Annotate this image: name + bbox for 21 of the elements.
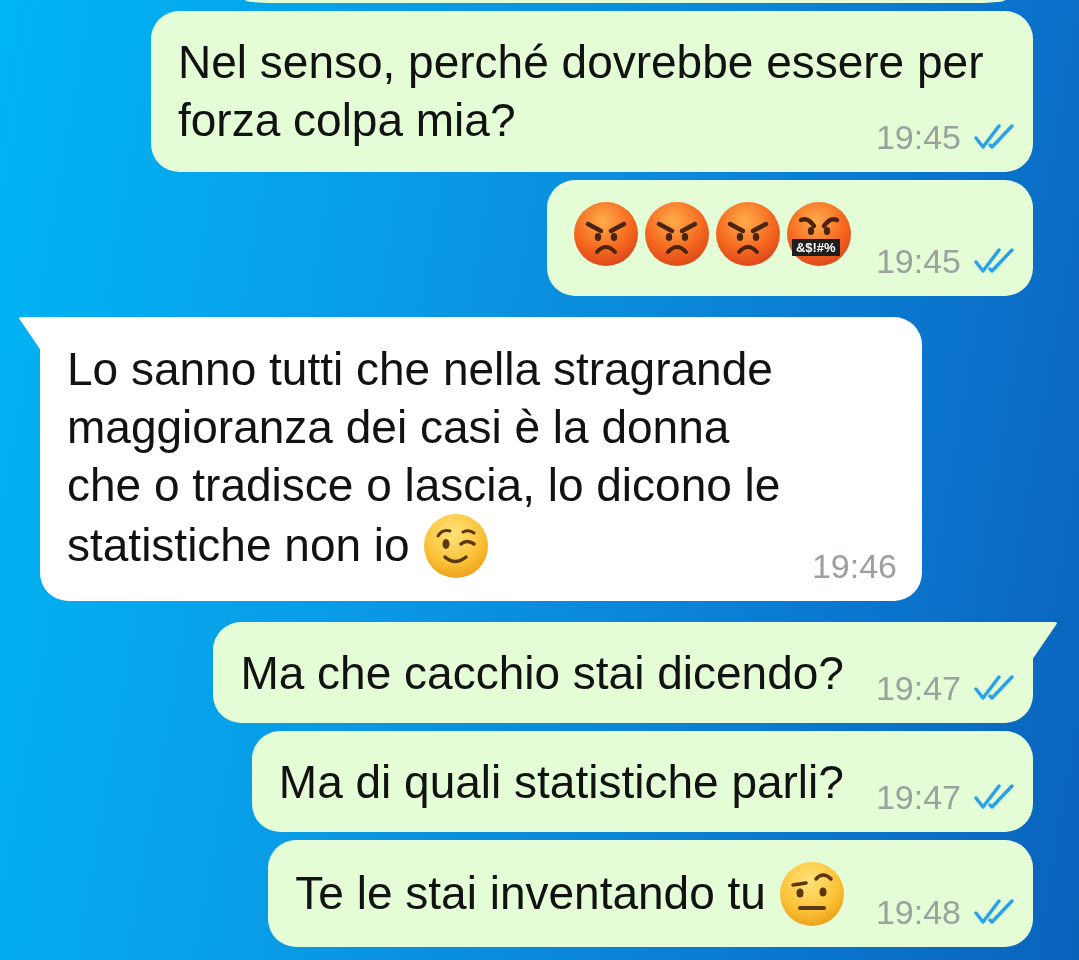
message-text: Nel senso, perché dovrebbe essere per — [178, 36, 984, 88]
angry-face-icon — [715, 202, 780, 266]
message-time: 19:45 — [875, 243, 961, 279]
message-text: statistiche non io — [67, 519, 410, 571]
winking-face-icon — [423, 514, 488, 578]
message-time: 19:47 — [875, 670, 961, 706]
message-time: 19:46 — [811, 548, 897, 584]
message-text: forza colpa mia? — [178, 94, 516, 146]
message-text: che o tradisce o lascia, lo dicono le — [67, 459, 781, 511]
message-text: Te le stai inventando tu — [295, 867, 766, 919]
message-time: 19:48 — [875, 894, 961, 930]
message-text: Ma di quali statistiche parli? — [278, 756, 844, 808]
message-text: maggioranza dei casi è la donna — [67, 401, 730, 453]
message-text: Lo sanno tutti che nella stragrande — [67, 343, 773, 395]
message-time: 19:45 — [875, 119, 961, 155]
message-text: Ma che cacchio stai dicendo? — [240, 647, 844, 699]
symbol-text: &$!#% — [791, 239, 840, 256]
angry-face-icon — [573, 202, 638, 266]
message-time: 19:47 — [875, 779, 961, 815]
angry-face-icon — [644, 202, 709, 266]
raised-eyebrow-face-icon — [779, 862, 844, 926]
